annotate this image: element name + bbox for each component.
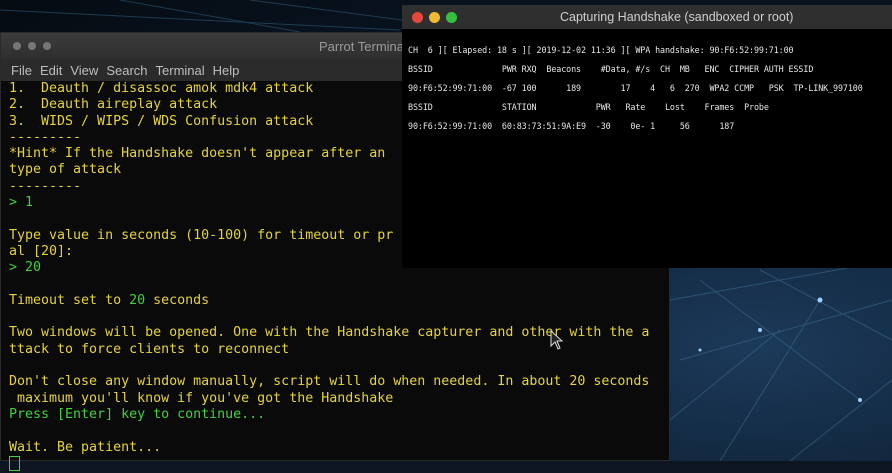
mouse-pointer-icon xyxy=(550,330,564,350)
terminal-line: Press [Enter] key to continue... xyxy=(9,406,266,422)
terminal-cursor xyxy=(9,455,669,473)
airodump-output: CH 6 ][ Elapsed: 18 s ][ 2019-12-02 11:3… xyxy=(402,29,892,132)
terminal-line-segment: seconds xyxy=(145,292,210,308)
window-controls xyxy=(412,12,457,23)
capture-handshake-window[interactable]: Capturing Handshake (sandboxed or root) … xyxy=(402,5,892,268)
terminal-line: Don't close any window manually, script … xyxy=(9,374,650,390)
airodump-line: 90:F6:52:99:71:00 60:83:73:51:9A:E9 -30 … xyxy=(408,121,735,131)
menu-view[interactable]: View xyxy=(70,63,98,78)
terminal-line: Timeout set to 20 seconds xyxy=(9,293,669,309)
terminal-line-segment: Timeout set to xyxy=(9,292,130,308)
capture-title: Capturing Handshake (sandboxed or root) xyxy=(560,10,794,24)
terminal-line: ttack to force clients to reconnect xyxy=(9,341,290,357)
terminal-line: Two windows will be opened. One with the… xyxy=(9,325,650,341)
maximize-button[interactable] xyxy=(446,12,457,23)
capture-titlebar[interactable]: Capturing Handshake (sandboxed or root) xyxy=(402,5,892,29)
maximize-button[interactable] xyxy=(43,42,51,50)
menu-edit[interactable]: Edit xyxy=(40,63,62,78)
menu-help[interactable]: Help xyxy=(213,63,240,78)
terminal-title: Parrot Termina xyxy=(319,39,405,54)
minimize-button[interactable] xyxy=(429,12,440,23)
airodump-line: BSSID STATION PWR Rate Lost Frames Probe xyxy=(408,102,769,112)
menu-terminal[interactable]: Terminal xyxy=(156,63,205,78)
airodump-line: 90:F6:52:99:71:00 -67 100 189 17 4 6 270… xyxy=(408,83,863,93)
airodump-line: BSSID PWR RXQ Beacons #Data, #/s CH MB E… xyxy=(408,64,814,74)
terminal-line: maximum you'll know if you've got the Ha… xyxy=(9,390,394,406)
minimize-button[interactable] xyxy=(28,42,36,50)
close-button[interactable] xyxy=(412,12,423,23)
airodump-line: CH 6 ][ Elapsed: 18 s ][ 2019-12-02 11:3… xyxy=(408,45,794,55)
menu-file[interactable]: File xyxy=(11,63,32,78)
terminal-line-segment: 20 xyxy=(129,292,146,308)
terminal-line: Wait. Be patient... xyxy=(9,439,162,455)
window-controls xyxy=(13,42,51,50)
menu-search[interactable]: Search xyxy=(106,63,147,78)
close-button[interactable] xyxy=(13,42,21,50)
